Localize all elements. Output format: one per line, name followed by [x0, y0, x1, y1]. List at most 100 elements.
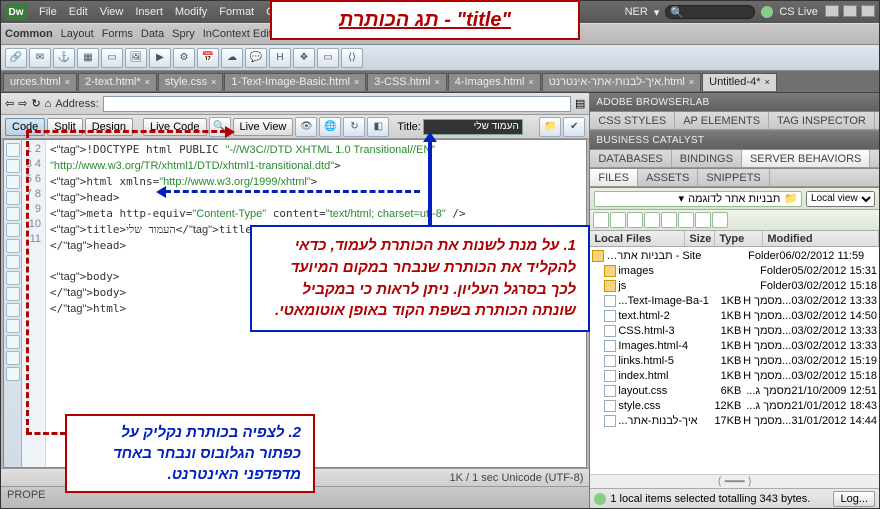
panel-bizcat[interactable]: BUSINESS CATALYST	[590, 131, 879, 149]
refresh-icon[interactable]: ↻	[343, 117, 365, 137]
open-docs-icon[interactable]	[6, 143, 20, 157]
tool-server-icon[interactable]: ☁	[221, 48, 243, 68]
close-tab-icon[interactable]: ×	[434, 77, 439, 87]
put-icon[interactable]	[644, 212, 660, 228]
minimize-button[interactable]	[825, 5, 839, 17]
file-row[interactable]: style.css12KBמסמך ג...21/01/2012 18:43	[592, 398, 877, 413]
recent-icon[interactable]	[6, 351, 20, 365]
file-row[interactable]: layout.css6KBמסמך ג...21/10/2009 12:51	[592, 383, 877, 398]
tab-databases[interactable]: DATABASES	[590, 150, 671, 167]
cat-data[interactable]: Data	[141, 28, 164, 40]
comment-icon[interactable]	[6, 319, 20, 333]
folder-row[interactable]: Site - תבניות אתר ל...Folder06/02/2012 1…	[592, 248, 877, 263]
tool-head-icon[interactable]: H	[269, 48, 291, 68]
page-title-input[interactable]	[423, 119, 523, 135]
tab-server-behaviors[interactable]: SERVER BEHAVIORS	[742, 150, 870, 167]
file-row[interactable]: index.html1KB...מסמך H03/02/2012 15:18	[592, 368, 877, 383]
menu-edit[interactable]: Edit	[69, 6, 88, 18]
document-tab[interactable]: 2-text.html*×	[78, 73, 157, 91]
folder-row[interactable]: imagesFolder05/02/2012 15:31	[592, 263, 877, 278]
tab-snippets[interactable]: SNIPPETS	[698, 169, 769, 186]
wrap-icon[interactable]	[6, 335, 20, 349]
expand-files-icon[interactable]	[712, 212, 728, 228]
tool-image-icon[interactable]: 🖼	[125, 48, 147, 68]
view-selector[interactable]: Local view	[806, 191, 875, 207]
document-tab[interactable]: איך-לבנות-אתר-אינטרנט.html×	[542, 73, 701, 91]
document-tab[interactable]: 1-Text-Image-Basic.html×	[224, 73, 366, 91]
close-tab-icon[interactable]: ×	[354, 77, 359, 87]
nav-icon[interactable]: ◧	[367, 117, 389, 137]
collapse-icon[interactable]	[6, 159, 20, 173]
file-row[interactable]: 5-links.html1KB...מסמך H03/02/2012 15:19	[592, 353, 877, 368]
cat-common[interactable]: Common	[5, 28, 53, 40]
close-tab-icon[interactable]: ×	[211, 77, 216, 87]
file-mgmt-icon[interactable]: 📁	[539, 117, 561, 137]
live-view-button[interactable]: Live View	[233, 118, 294, 136]
menu-modify[interactable]: Modify	[175, 6, 207, 18]
tool-tag-icon[interactable]: ⟨⟩	[341, 48, 363, 68]
tool-anchor-icon[interactable]: ⚓	[53, 48, 75, 68]
panel-browserlab[interactable]: ADOBE BROWSERLAB	[590, 93, 879, 111]
document-tab[interactable]: 4-Images.html×	[448, 73, 541, 91]
tool-table-icon[interactable]: ▦	[77, 48, 99, 68]
line-num-icon[interactable]	[6, 223, 20, 237]
highlight-icon[interactable]	[6, 239, 20, 253]
balance-icon[interactable]	[6, 207, 20, 221]
col-modified[interactable]: Modified	[763, 231, 879, 246]
connect-icon[interactable]	[593, 212, 609, 228]
document-tab[interactable]: 3-CSS.html×	[367, 73, 447, 91]
col-type[interactable]: Type	[715, 231, 763, 246]
document-tab[interactable]: Untitled-4*×	[702, 73, 777, 91]
close-tab-icon[interactable]: ×	[764, 77, 769, 87]
nav-fwd-icon[interactable]: ⇨	[18, 97, 27, 110]
validate-icon[interactable]: ✔	[563, 117, 585, 137]
col-size[interactable]: Size	[685, 231, 715, 246]
document-tab[interactable]: urces.html×	[3, 73, 77, 91]
nav-home-icon[interactable]: ⌂	[45, 98, 52, 110]
format-icon[interactable]	[6, 303, 20, 317]
nav-refresh-icon[interactable]: ↻	[31, 97, 40, 110]
nav-back-icon[interactable]: ⇦	[5, 97, 14, 110]
search-field[interactable]: 🔍	[665, 5, 755, 19]
menu-format[interactable]: Format	[219, 6, 254, 18]
maximize-button[interactable]	[843, 5, 857, 17]
menu-view[interactable]: View	[100, 6, 124, 18]
tab-tag-inspector[interactable]: TAG INSPECTOR	[769, 112, 875, 129]
cat-forms[interactable]: Forms	[102, 28, 133, 40]
folder-row[interactable]: jsFolder03/02/2012 15:18	[592, 278, 877, 293]
syntax-icon[interactable]	[6, 255, 20, 269]
tab-bindings[interactable]: BINDINGS	[672, 150, 742, 167]
cat-spry[interactable]: Spry	[172, 28, 195, 40]
tool-email-icon[interactable]: ✉	[29, 48, 51, 68]
checkin-icon[interactable]	[678, 212, 694, 228]
close-tab-icon[interactable]: ×	[65, 77, 70, 87]
tool-date-icon[interactable]: 📅	[197, 48, 219, 68]
move-icon[interactable]	[6, 367, 20, 381]
tab-assets[interactable]: ASSETS	[638, 169, 698, 186]
col-name[interactable]: Local Files	[590, 231, 685, 246]
browser-preview-icon[interactable]: 🌐	[319, 117, 341, 137]
workspace-dropdown-icon[interactable]: ▾	[654, 6, 660, 19]
tab-css-styles[interactable]: CSS STYLES	[590, 112, 675, 129]
tool-hyperlink-icon[interactable]: 🔗	[5, 48, 27, 68]
file-row[interactable]: 1-Text-Image-Ba...1KB...מסמך H03/02/2012…	[592, 293, 877, 308]
address-go-icon[interactable]: ▤	[575, 97, 585, 110]
menu-insert[interactable]: Insert	[135, 6, 163, 18]
refresh-files-icon[interactable]	[610, 212, 626, 228]
cat-layout[interactable]: Layout	[61, 28, 94, 40]
menu-file[interactable]: File	[39, 6, 57, 18]
site-selector[interactable]: 📁 תבניות אתר לדוגמה ▾	[594, 191, 802, 207]
file-row[interactable]: 4-Images.html1KB...מסמך H03/02/2012 13:3…	[592, 338, 877, 353]
close-tab-icon[interactable]: ×	[145, 77, 150, 87]
inspect-mode-icon[interactable]: 👁	[295, 117, 317, 137]
tool-widget-icon[interactable]: ⚙	[173, 48, 195, 68]
file-row[interactable]: 3-CSS.html1KB...מסמך H03/02/2012 13:33	[592, 323, 877, 338]
file-row[interactable]: 2-text.html1KB...מסמך H03/02/2012 14:50	[592, 308, 877, 323]
document-tab[interactable]: style.css×	[158, 73, 223, 91]
outdent-icon[interactable]	[6, 287, 20, 301]
close-button[interactable]	[861, 5, 875, 17]
file-row[interactable]: איך-לבנות-אתר...17KB...מסמך H31/01/2012 …	[592, 413, 877, 428]
sync-icon[interactable]	[695, 212, 711, 228]
h-scrollbar[interactable]: ⟨ ━━━ ⟩	[590, 474, 879, 488]
tab-files[interactable]: FILES	[590, 169, 638, 186]
